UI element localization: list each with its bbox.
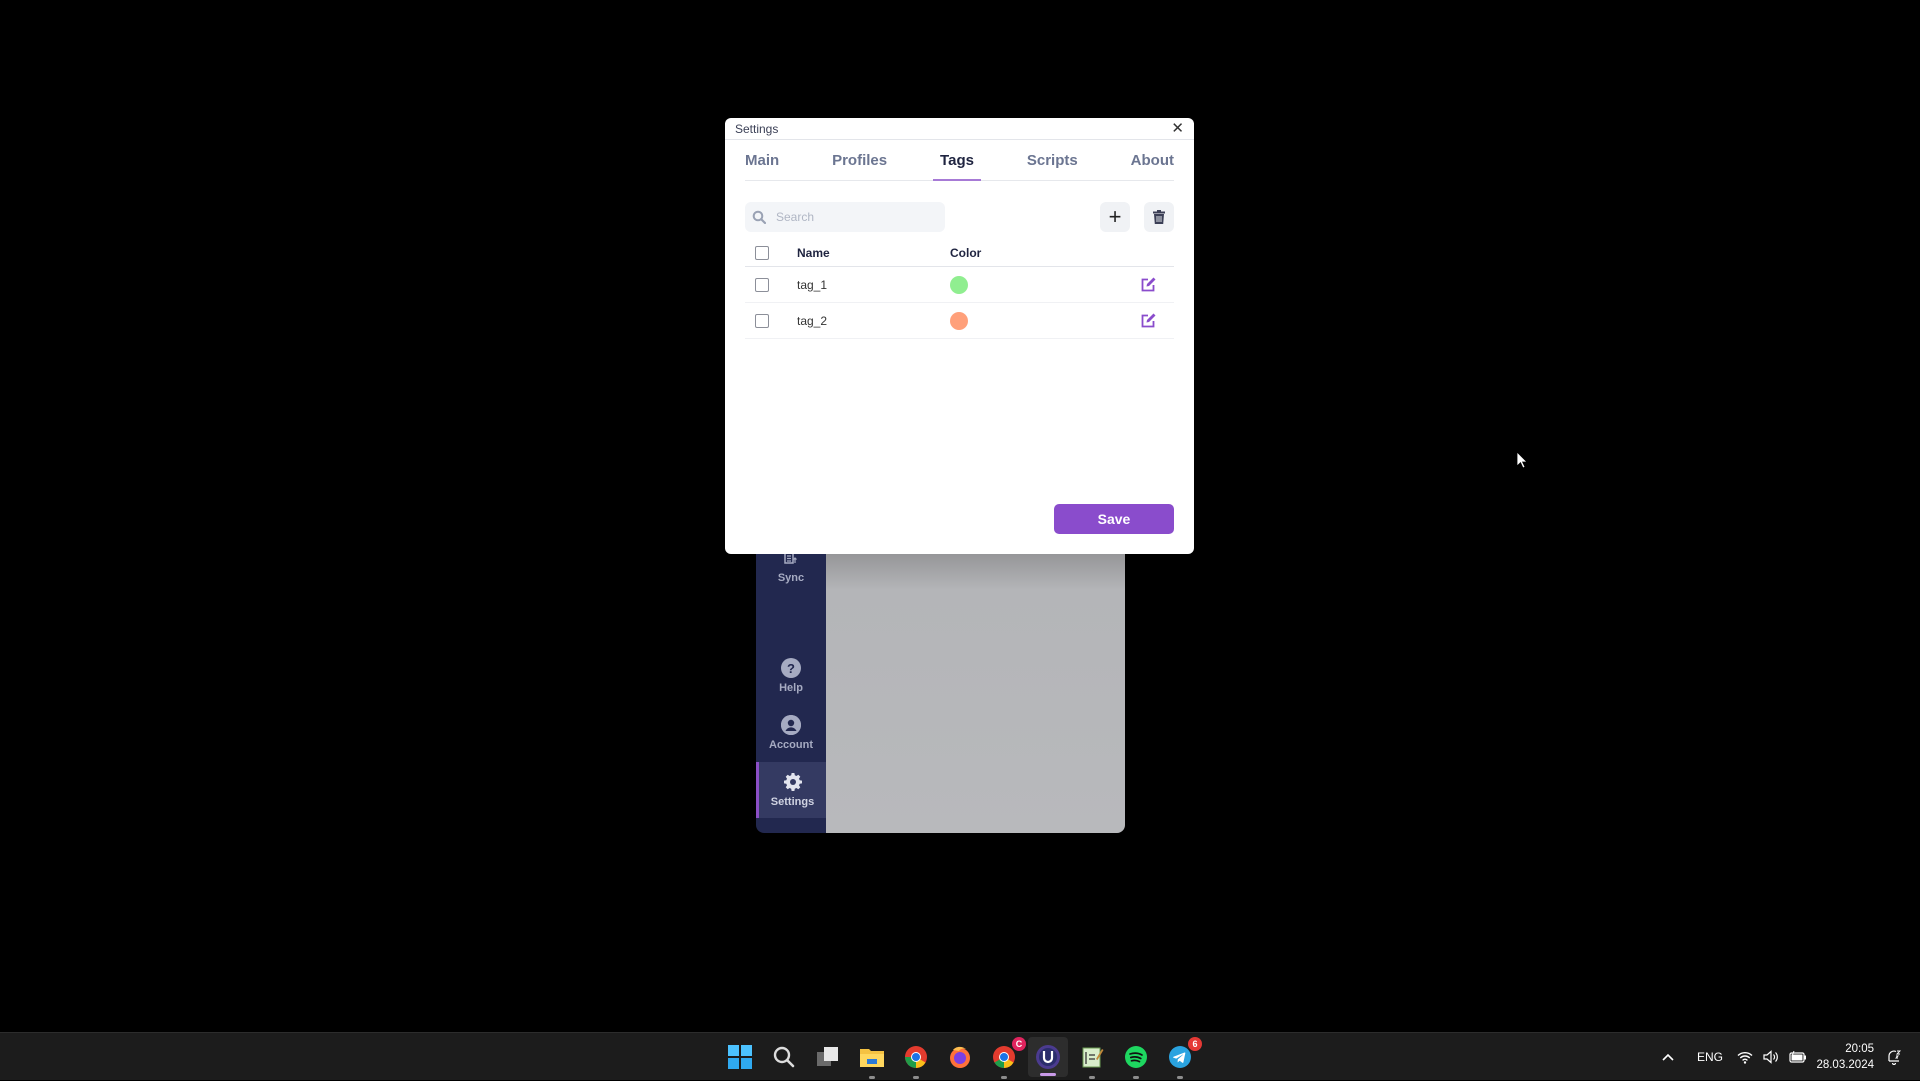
sidebar-item-settings[interactable]: Settings bbox=[756, 762, 826, 818]
edit-icon[interactable] bbox=[1140, 277, 1156, 293]
task-view-icon bbox=[817, 1047, 838, 1066]
settings-dialog: Settings ✕ Main Profiles Tags Scripts Ab… bbox=[725, 118, 1194, 554]
running-indicator bbox=[1001, 1076, 1007, 1079]
mouse-cursor-icon bbox=[1516, 451, 1528, 469]
help-icon: ? bbox=[781, 658, 801, 678]
app-sidebar: Sync ? Help Account Settings bbox=[756, 540, 826, 833]
firefox-icon bbox=[950, 1046, 970, 1068]
notifications-button[interactable] bbox=[1886, 1033, 1902, 1081]
system-tray-status[interactable] bbox=[1737, 1033, 1807, 1081]
row-checkbox[interactable] bbox=[755, 277, 769, 292]
start-button[interactable] bbox=[724, 1041, 756, 1073]
app-content-area bbox=[826, 540, 1125, 833]
search-icon bbox=[752, 210, 766, 224]
active-indicator bbox=[1040, 1073, 1056, 1076]
save-button[interactable]: Save bbox=[1054, 504, 1174, 534]
dialog-title: Settings bbox=[735, 121, 779, 136]
color-swatch bbox=[950, 275, 968, 294]
search-input[interactable] bbox=[776, 210, 936, 224]
tab-tags[interactable]: Tags bbox=[933, 140, 981, 181]
search-box[interactable] bbox=[745, 202, 945, 232]
chevron-up-icon bbox=[1662, 1053, 1674, 1061]
tag-name: tag_1 bbox=[797, 277, 828, 292]
color-swatch bbox=[950, 311, 968, 330]
spotify-icon bbox=[1125, 1046, 1147, 1068]
battery-icon bbox=[1789, 1051, 1806, 1063]
notification-badge: C bbox=[1012, 1037, 1026, 1051]
edit-icon[interactable] bbox=[1140, 313, 1156, 329]
taskbar-app-chrome[interactable] bbox=[900, 1041, 932, 1079]
tag-name: tag_2 bbox=[797, 313, 828, 328]
app-u-icon bbox=[1036, 1045, 1060, 1069]
tags-toolbar: + bbox=[745, 202, 1174, 232]
select-all-checkbox[interactable] bbox=[755, 246, 769, 260]
tab-scripts[interactable]: Scripts bbox=[1027, 140, 1078, 180]
taskbar-app-file-explorer[interactable] bbox=[856, 1041, 888, 1079]
close-icon[interactable]: ✕ bbox=[1171, 121, 1184, 136]
plus-icon: + bbox=[1108, 204, 1122, 229]
running-indicator bbox=[913, 1076, 919, 1079]
account-icon bbox=[781, 715, 801, 735]
table-header: Name Color bbox=[745, 240, 1174, 267]
clock-date: 28.03.2024 bbox=[1816, 1059, 1874, 1071]
row-checkbox[interactable] bbox=[755, 313, 769, 328]
folder-icon bbox=[860, 1049, 884, 1067]
sidebar-item-label: Settings bbox=[770, 796, 815, 808]
running-indicator bbox=[1089, 1076, 1095, 1079]
language-indicator[interactable]: ENG bbox=[1697, 1033, 1723, 1081]
taskbar-app-u[interactable] bbox=[1028, 1037, 1068, 1077]
column-header-color: Color bbox=[950, 246, 982, 260]
running-indicator bbox=[1133, 1076, 1139, 1079]
tab-main[interactable]: Main bbox=[745, 140, 779, 180]
table-row: tag_2 bbox=[745, 303, 1174, 339]
chrome-icon bbox=[905, 1046, 927, 1068]
taskbar: C 6 ENG 20:05 28.03.2024 bbox=[0, 1032, 1920, 1080]
sidebar-item-label: Help bbox=[779, 682, 803, 694]
taskbar-search-button[interactable] bbox=[768, 1041, 800, 1073]
search-icon bbox=[773, 1046, 795, 1068]
notepad-icon bbox=[1082, 1047, 1104, 1068]
running-indicator bbox=[869, 1076, 875, 1079]
taskbar-app-firefox[interactable] bbox=[944, 1041, 976, 1073]
wifi-icon bbox=[1737, 1051, 1753, 1064]
taskbar-app-telegram[interactable]: 6 bbox=[1164, 1037, 1202, 1079]
show-hidden-icons-button[interactable] bbox=[1662, 1033, 1674, 1081]
table-row: tag_1 bbox=[745, 267, 1174, 303]
taskbar-app-spotify[interactable] bbox=[1120, 1041, 1152, 1079]
notification-bell-snooze-icon bbox=[1888, 1050, 1902, 1065]
taskbar-app-chrome-profile[interactable]: C bbox=[988, 1037, 1026, 1079]
clock[interactable]: 20:05 28.03.2024 bbox=[1816, 1041, 1874, 1073]
notification-badge: 6 bbox=[1188, 1037, 1202, 1051]
sidebar-item-label: Account bbox=[769, 739, 813, 751]
sidebar-item-label: Sync bbox=[777, 572, 805, 584]
column-header-name: Name bbox=[797, 246, 830, 260]
delete-tags-button[interactable] bbox=[1144, 202, 1174, 232]
task-view-button[interactable] bbox=[812, 1041, 844, 1073]
add-tag-button[interactable]: + bbox=[1100, 202, 1130, 232]
tags-table: Name Color tag_1 tag_2 bbox=[745, 240, 1174, 339]
windows-icon bbox=[728, 1045, 752, 1069]
gear-icon bbox=[783, 772, 803, 792]
clock-time: 20:05 bbox=[1845, 1043, 1874, 1055]
dialog-titlebar: Settings ✕ bbox=[725, 118, 1194, 140]
background-app-window: Sync ? Help Account Settings bbox=[756, 540, 1125, 833]
tab-profiles[interactable]: Profiles bbox=[832, 140, 887, 180]
chrome-icon bbox=[993, 1046, 1015, 1068]
running-indicator bbox=[1177, 1076, 1183, 1079]
sidebar-item-help[interactable]: ? Help bbox=[756, 658, 826, 694]
volume-icon bbox=[1763, 1050, 1778, 1064]
telegram-icon bbox=[1169, 1046, 1191, 1068]
taskbar-app-notepad[interactable] bbox=[1076, 1041, 1108, 1079]
sidebar-item-account[interactable]: Account bbox=[756, 715, 826, 751]
settings-tabs: Main Profiles Tags Scripts About bbox=[745, 140, 1174, 181]
trash-icon bbox=[1153, 210, 1165, 224]
tab-about[interactable]: About bbox=[1131, 140, 1174, 180]
